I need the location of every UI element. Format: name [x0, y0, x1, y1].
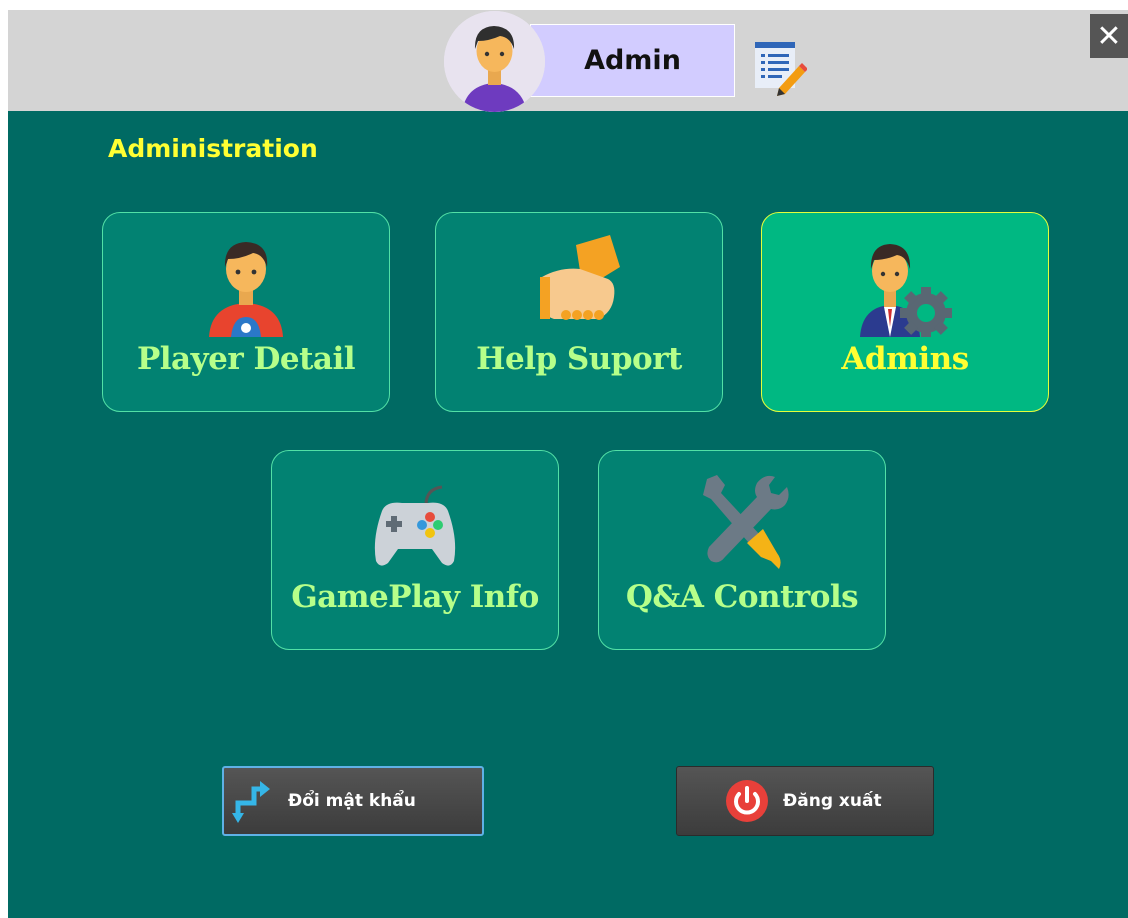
close-icon: ✕ [1096, 18, 1122, 54]
tile-label: Q&A Controls [625, 579, 859, 615]
section-title: Administration [108, 134, 318, 163]
admin-window: Admin ✕ Administration Player Detail Hel… [8, 10, 1128, 918]
player-icon [191, 227, 301, 337]
tile-player-detail[interactable]: Player Detail [102, 212, 390, 412]
gamepad-icon [360, 465, 470, 575]
tile-gameplay-info[interactable]: GamePlay Info [271, 450, 559, 650]
tile-help-support[interactable]: Help Suport [435, 212, 723, 412]
tools-icon [687, 465, 797, 575]
logout-button[interactable]: Đăng xuất [676, 766, 934, 836]
handshake-icon [524, 227, 634, 337]
tile-label: Player Detail [136, 341, 356, 377]
logout-label: Đăng xuất [783, 791, 882, 811]
change-password-label: Đổi mật khẩu [288, 791, 416, 811]
user-name-label: Admin [530, 24, 735, 97]
tile-qa-controls[interactable]: Q&A Controls [598, 450, 886, 650]
header-bar: Admin ✕ [8, 10, 1128, 112]
tile-label: Admins [841, 341, 969, 377]
close-button[interactable]: ✕ [1090, 14, 1128, 58]
tile-label: GamePlay Info [291, 579, 539, 615]
power-icon [725, 779, 769, 823]
user-avatar-icon [444, 11, 545, 112]
tile-admins[interactable]: Admins [761, 212, 1049, 412]
admin-settings-icon [850, 227, 960, 339]
tile-label: Help Suport [476, 341, 682, 377]
change-password-button[interactable]: Đổi mật khẩu [222, 766, 484, 836]
swap-arrows-icon [230, 779, 274, 823]
edit-notes-icon[interactable] [751, 40, 808, 96]
